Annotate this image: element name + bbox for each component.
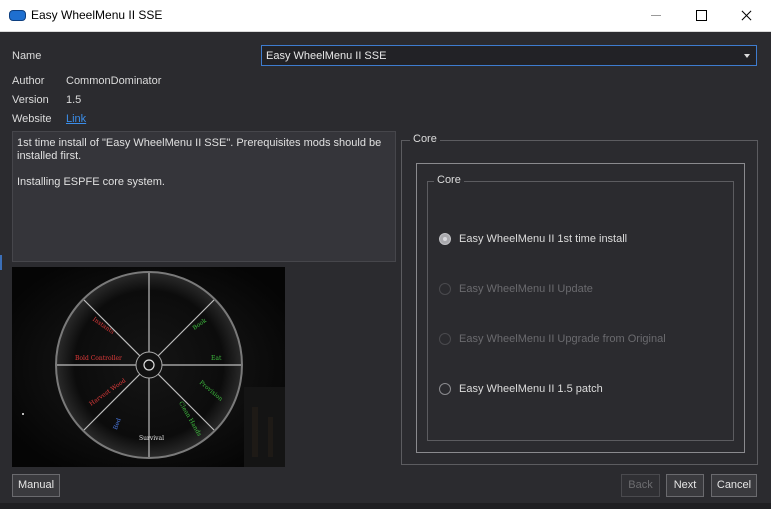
inner-group-title: Core xyxy=(434,174,464,186)
description-box: 1st time install of "Easy WheelMenu II S… xyxy=(12,131,396,262)
website-link[interactable]: Link xyxy=(66,113,86,125)
option-label: Easy WheelMenu II 1.5 patch xyxy=(459,383,603,395)
chevron-down-icon[interactable] xyxy=(744,54,750,58)
radio-disabled xyxy=(439,283,451,295)
option-label: Easy WheelMenu II Update xyxy=(459,283,593,295)
outer-group-title: Core xyxy=(410,133,440,145)
next-button[interactable]: Next xyxy=(666,474,704,497)
version-label: Version xyxy=(12,94,49,106)
wheel-menu-image: Instants Book Bold Controller Eat Harves… xyxy=(12,267,285,467)
bottom-edge xyxy=(0,503,771,509)
description-line-2: Installing ESPFE core system. xyxy=(17,176,165,188)
app-icon xyxy=(9,10,26,21)
radio-disabled xyxy=(439,333,451,345)
option-label: Easy WheelMenu II 1st time install xyxy=(459,233,628,245)
radio-selected[interactable] xyxy=(439,233,451,245)
window-edge-accent xyxy=(0,255,2,270)
author-value: CommonDominator xyxy=(66,75,162,87)
name-label: Name xyxy=(12,50,42,62)
wheel-label-bold-controller: Bold Controller xyxy=(75,355,122,362)
back-button: Back xyxy=(621,474,660,497)
minimize-button[interactable] xyxy=(634,0,679,31)
option-label: Easy WheelMenu II Upgrade from Original xyxy=(459,333,666,345)
version-value: 1.5 xyxy=(66,94,82,106)
wheel-label-eat: Eat xyxy=(211,355,222,362)
inner-group-box xyxy=(427,181,734,441)
preview-image: Instants Book Bold Controller Eat Harves… xyxy=(12,267,285,467)
manual-button[interactable]: Manual xyxy=(12,474,60,497)
cancel-button[interactable]: Cancel xyxy=(711,474,757,497)
description-line-1: 1st time install of "Easy WheelMenu II S… xyxy=(17,137,382,162)
author-label: Author xyxy=(12,75,45,87)
wheel-center-label: Survival xyxy=(139,435,164,442)
close-button[interactable] xyxy=(724,0,769,31)
name-select[interactable]: Easy WheelMenu II SSE xyxy=(261,45,757,66)
website-label: Website xyxy=(12,113,52,125)
radio-unselected[interactable] xyxy=(439,383,451,395)
maximize-button[interactable] xyxy=(679,0,724,31)
title-bar: Easy WheelMenu II SSE xyxy=(0,0,771,32)
name-select-value: Easy WheelMenu II SSE xyxy=(266,50,387,62)
window-title: Easy WheelMenu II SSE xyxy=(31,8,163,22)
